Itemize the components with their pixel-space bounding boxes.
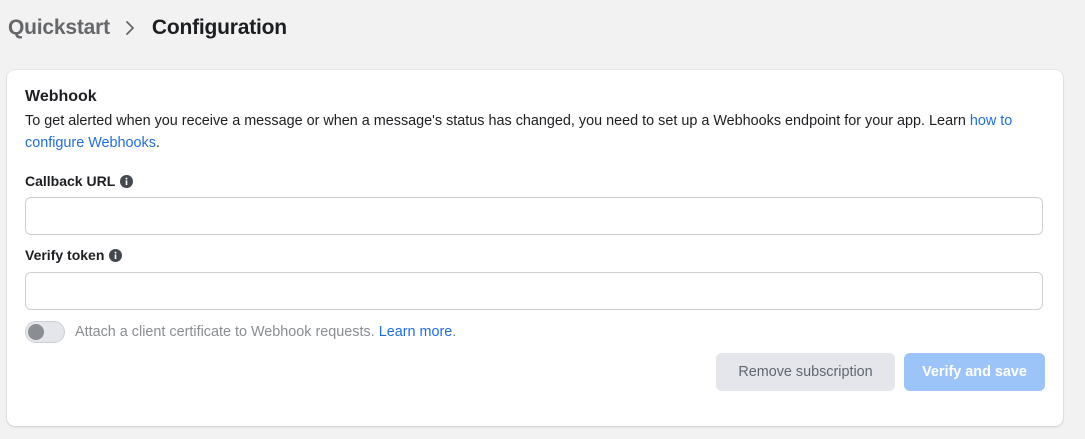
verify-and-save-button[interactable]: Verify and save — [904, 353, 1045, 391]
verify-token-input[interactable] — [25, 272, 1043, 310]
callback-url-label: Callback URL — [25, 173, 134, 189]
webhook-description-text: To get alerted when you receive a messag… — [25, 113, 966, 129]
page-title: Configuration — [151, 16, 287, 39]
remove-subscription-button[interactable]: Remove subscription — [716, 353, 895, 391]
learn-more-link[interactable]: Learn more — [379, 324, 453, 340]
info-icon[interactable] — [120, 174, 134, 188]
client-cert-row: Attach a client certificate to Webhook r… — [25, 320, 456, 344]
webhook-description-end: . — [155, 135, 160, 151]
breadcrumb: Quickstart Configuration — [8, 14, 287, 42]
toggle-knob — [28, 324, 44, 340]
client-cert-label: Attach a client certificate to Webhook r… — [75, 324, 456, 340]
verify-token-label: Verify token — [25, 247, 123, 263]
verify-token-label-text: Verify token — [25, 247, 105, 263]
callback-url-label-text: Callback URL — [25, 173, 116, 189]
client-cert-label-end: . — [452, 324, 457, 340]
webhook-description: To get alerted when you receive a messag… — [25, 110, 1035, 154]
webhook-title: Webhook — [25, 88, 97, 105]
chevron-right-icon — [120, 18, 140, 38]
client-cert-label-text: Attach a client certificate to Webhook r… — [75, 324, 375, 340]
breadcrumb-quickstart-link[interactable]: Quickstart — [8, 16, 110, 40]
client-cert-toggle[interactable] — [25, 321, 65, 343]
callback-url-input[interactable] — [25, 197, 1043, 235]
webhook-card: Webhook To get alerted when you receive … — [7, 70, 1063, 426]
info-icon[interactable] — [109, 248, 123, 262]
